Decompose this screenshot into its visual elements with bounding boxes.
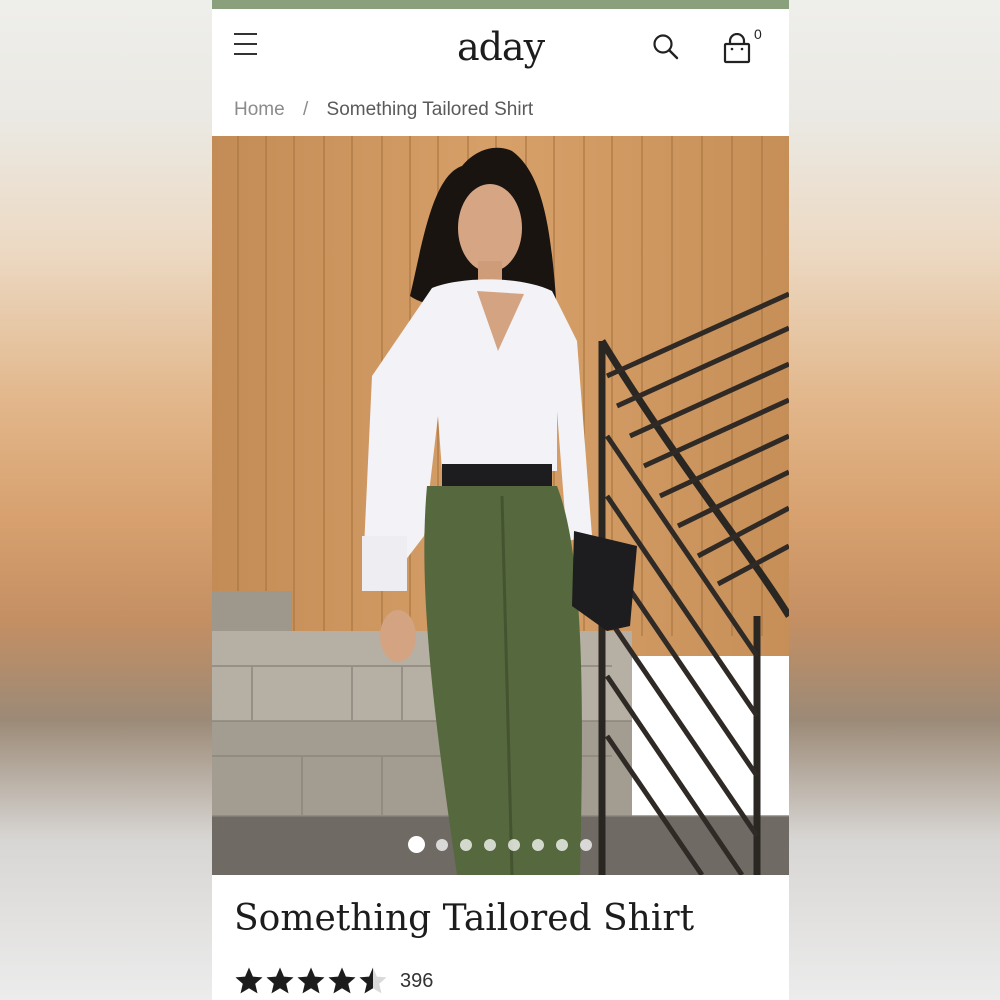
site-header: aday 0 [212, 9, 789, 89]
phone-screen: aday 0 Home / Something Tailored Shirt S… [212, 0, 789, 1000]
breadcrumb-home-link[interactable]: Home [234, 99, 285, 120]
product-title: Something Tailored Shirt [234, 898, 695, 939]
star-icon [266, 967, 294, 994]
carousel-dot[interactable] [436, 838, 448, 851]
carousel-dot[interactable] [556, 838, 568, 851]
star-icon [297, 967, 325, 994]
star-icon [359, 967, 387, 994]
cart-count-badge: 0 [754, 26, 762, 42]
star-icon [235, 967, 263, 994]
carousel-dot[interactable] [460, 838, 472, 851]
carousel-dot[interactable] [484, 838, 496, 851]
shopping-bag-icon[interactable] [722, 33, 752, 65]
breadcrumb-separator: / [302, 99, 309, 120]
search-icon[interactable] [652, 33, 680, 61]
carousel-dot[interactable] [408, 836, 425, 853]
star-icon [328, 967, 356, 994]
carousel-pagination [408, 836, 604, 853]
carousel-dot[interactable] [580, 838, 592, 851]
product-photo [212, 136, 789, 875]
rating-stars [234, 966, 389, 996]
breadcrumb-current: Something Tailored Shirt [326, 99, 534, 120]
brand-logo[interactable]: aday [212, 25, 789, 69]
carousel-dot[interactable] [532, 838, 544, 851]
carousel-dot[interactable] [508, 838, 520, 851]
review-count[interactable]: 396 [400, 970, 433, 993]
product-rating[interactable]: 396 [234, 966, 433, 996]
top-accent-bar [212, 0, 789, 9]
breadcrumb: Home / Something Tailored Shirt [234, 99, 533, 121]
product-image-carousel[interactable] [212, 136, 789, 875]
